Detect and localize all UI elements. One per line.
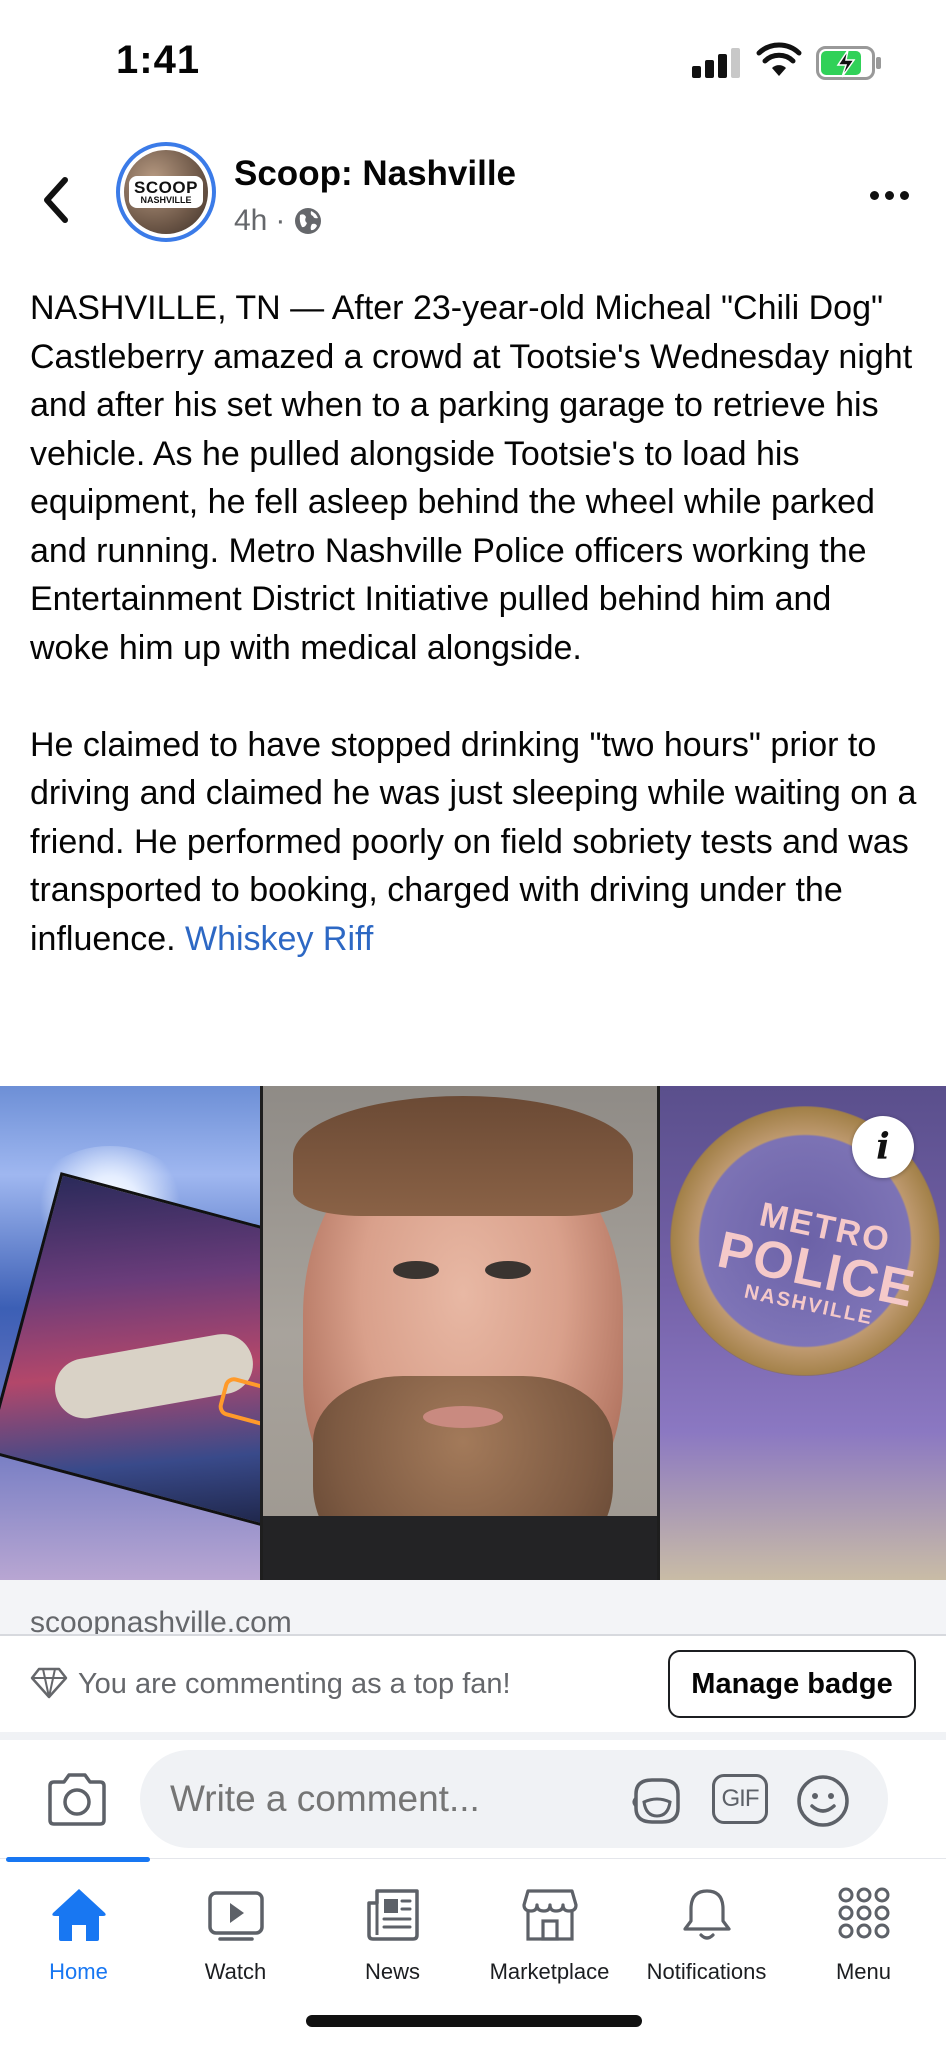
more-options-button[interactable] <box>864 180 914 210</box>
home-indicator <box>306 2015 642 2027</box>
tab-notifications[interactable]: Notifications <box>628 1859 785 1984</box>
hair-shape <box>293 1096 633 1216</box>
link-domain: scoopnashville.com <box>30 1606 292 1636</box>
info-icon[interactable]: i <box>852 1116 914 1178</box>
page-name-link[interactable]: Scoop: Nashville <box>234 154 516 194</box>
comment-input[interactable] <box>170 1778 610 1820</box>
tab-home[interactable]: Home <box>0 1859 157 1984</box>
comment-box[interactable]: GIF <box>140 1750 888 1848</box>
emoji-icon[interactable] <box>796 1774 850 1828</box>
post-paragraph-1: NASHVILLE, TN — After 23-year-old Michea… <box>30 289 913 667</box>
manage-badge-button[interactable]: Manage badge <box>668 1650 916 1718</box>
tab-label: Notifications <box>646 1959 767 1984</box>
tab-label: Marketplace <box>489 1959 610 1984</box>
bottom-tab-bar: Home Watch News Marketplace Notification… <box>0 1857 946 2048</box>
avatar-image: SCOOP NASHVILLE <box>124 150 208 234</box>
tab-label: Home <box>49 1959 108 1984</box>
news-icon <box>366 1889 419 1941</box>
eye-shape <box>393 1261 439 1279</box>
comment-row: GIF <box>0 1740 946 1858</box>
post-meta: 4h · <box>234 204 323 238</box>
avatar-sticker-icon[interactable] <box>630 1774 684 1828</box>
post-paragraph-2-text: He claimed to have stopped drinking "two… <box>30 725 917 958</box>
bell-icon <box>682 1889 731 1940</box>
post-time[interactable]: 4h <box>234 204 267 238</box>
page-avatar[interactable]: SCOOP NASHVILLE <box>116 142 216 242</box>
watch-icon <box>207 1891 264 1941</box>
top-fan-text: You are commenting as a top fan! <box>78 1668 511 1700</box>
wifi-icon <box>756 42 802 76</box>
tab-menu[interactable]: Menu <box>785 1859 942 1984</box>
whiskey-riff-link[interactable]: Whiskey Riff <box>185 920 373 958</box>
tab-label: Watch <box>204 1959 267 1984</box>
post-image[interactable]: METRO POLICE NASHVILLE i <box>0 1086 946 1580</box>
gif-button[interactable]: GIF <box>712 1774 768 1824</box>
image-panel-mugshot <box>260 1086 660 1580</box>
diamond-icon <box>30 1667 68 1699</box>
section-divider <box>0 1732 946 1740</box>
more-dot <box>899 190 909 200</box>
tab-label: News <box>364 1959 420 1984</box>
post-header: SCOOP NASHVILLE Scoop: Nashville 4h · <box>0 130 946 260</box>
home-icon <box>51 1889 106 1941</box>
avatar-logo: SCOOP NASHVILLE <box>129 176 203 208</box>
status-time: 1:41 <box>116 38 201 82</box>
more-dot <box>884 190 894 200</box>
eye-shape <box>485 1261 531 1279</box>
top-fan-row: You are commenting as a top fan! Manage … <box>0 1636 946 1732</box>
tab-watch[interactable]: Watch <box>157 1859 314 1984</box>
chevron-left-icon <box>44 177 68 223</box>
marketplace-icon <box>521 1889 578 1941</box>
post-paragraph-2: He claimed to have stopped drinking "two… <box>30 721 920 964</box>
battery-charging-icon <box>816 46 881 80</box>
shirt-shape <box>263 1516 657 1580</box>
cellular-signal-icon <box>692 46 742 78</box>
camera-icon[interactable] <box>44 1770 110 1828</box>
tab-news[interactable]: News <box>314 1859 471 1984</box>
post-page: 1:41 SCOOP NASHVILLE Scoop: Nashville 4h… <box>0 0 946 2048</box>
tab-marketplace[interactable]: Marketplace <box>471 1859 628 1984</box>
link-preview-bar[interactable]: scoopnashville.com <box>0 1580 946 1636</box>
more-dot <box>869 190 879 200</box>
globe-icon <box>295 208 322 234</box>
post-text: NASHVILLE, TN — After 23-year-old Michea… <box>30 284 920 963</box>
status-bar: 1:41 <box>0 0 946 130</box>
tab-label: Menu <box>835 1959 892 1984</box>
back-button[interactable] <box>34 170 78 230</box>
menu-grid-icon <box>838 1887 889 1939</box>
meta-separator: · <box>275 204 286 237</box>
mouth-shape <box>423 1406 503 1428</box>
